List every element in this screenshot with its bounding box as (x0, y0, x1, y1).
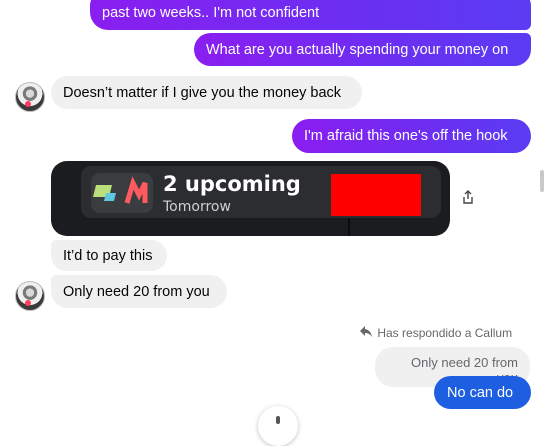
message-text: What are you actually spending your mone… (206, 42, 509, 58)
scroll-indicator[interactable] (540, 170, 544, 192)
app-logo-icon (91, 173, 153, 213)
message-text: Only need 20 from you (63, 284, 210, 300)
reply-indicator: Has respondido a Callum (360, 326, 512, 340)
message-text: It’d to pay this (63, 248, 153, 264)
scroll-down-icon (276, 416, 280, 424)
message-text: I'm afraid this one's off the hook (304, 128, 508, 144)
scroll-down-button[interactable] (258, 406, 298, 446)
reply-arrow-icon (360, 326, 374, 340)
outgoing-message[interactable]: No can do (434, 376, 531, 409)
outgoing-message[interactable]: I'm afraid this one's off the hook (292, 119, 531, 153)
message-text: No can do (447, 385, 514, 401)
message-text: Doesn’t matter if I give you the money b… (63, 85, 342, 101)
avatar[interactable] (15, 281, 45, 311)
share-icon[interactable] (462, 190, 474, 204)
outgoing-message[interactable]: What are you actually spending your mone… (194, 33, 531, 66)
redaction-block (331, 174, 421, 216)
outgoing-message[interactable]: past two weeks.. I'm not confident (90, 0, 531, 30)
incoming-message[interactable]: Only need 20 from you (51, 275, 227, 308)
message-text: past two weeks.. I'm not confident (102, 5, 320, 21)
avatar[interactable] (15, 82, 45, 112)
card-subtitle: Tomorrow (163, 199, 231, 215)
card-divider (348, 218, 350, 236)
card-title: 2 upcoming (163, 172, 301, 196)
incoming-message[interactable]: It’d to pay this (51, 240, 167, 271)
shared-image-card[interactable]: 2 upcoming Tomorrow (51, 161, 450, 236)
reply-note-text: Has respondido a Callum (377, 326, 513, 340)
incoming-message[interactable]: Doesn’t matter if I give you the money b… (51, 76, 362, 109)
notification-preview: 2 upcoming Tomorrow (81, 166, 441, 218)
